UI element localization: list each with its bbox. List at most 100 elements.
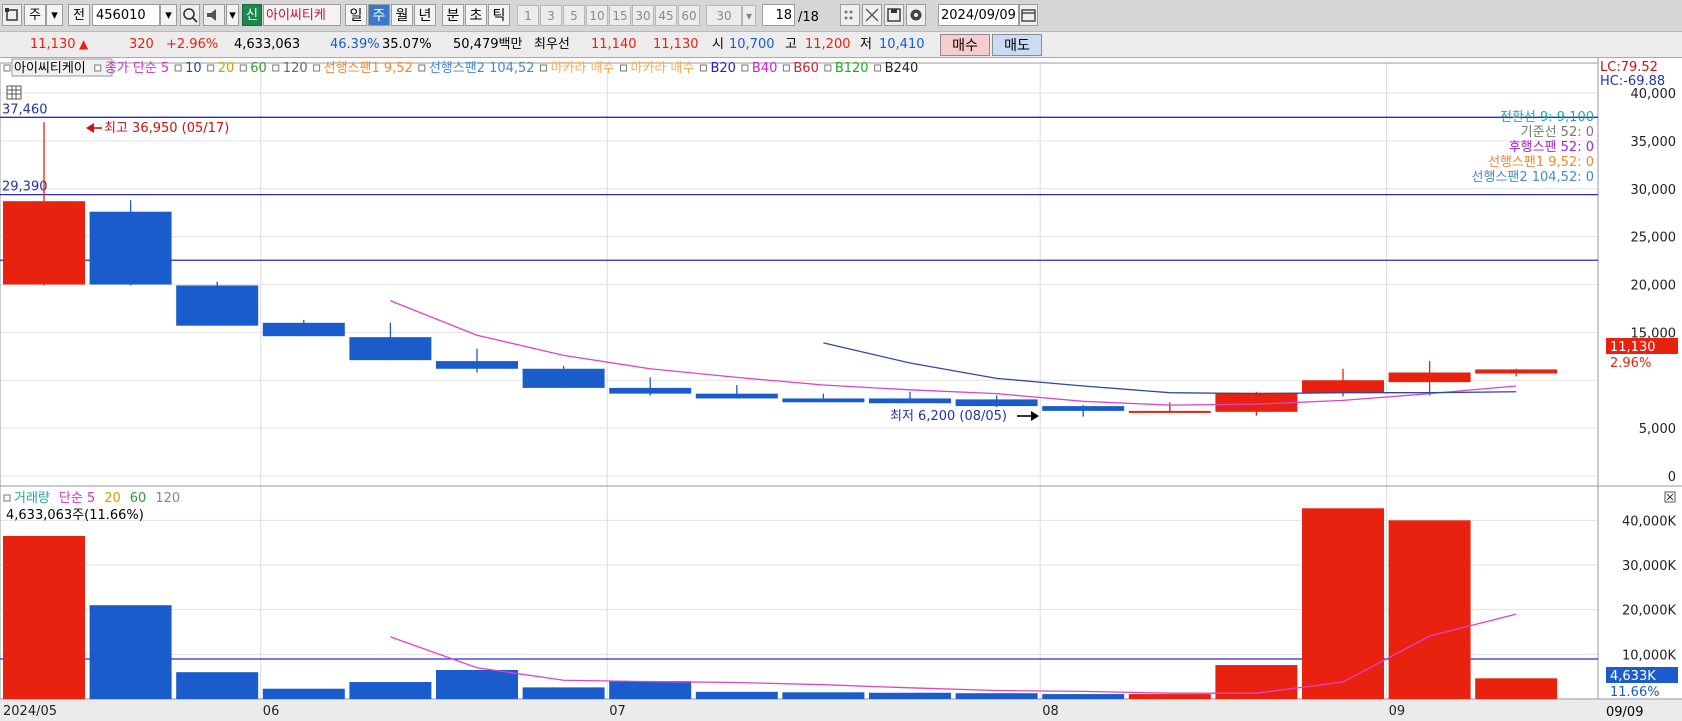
page-counter-input[interactable]: 18	[762, 4, 795, 26]
legend-marker	[207, 64, 215, 72]
volume-bar	[1475, 678, 1558, 699]
search-button[interactable]	[180, 4, 200, 26]
legend-marker	[418, 64, 426, 72]
stock-name-field[interactable]: 아이씨티케	[263, 4, 341, 26]
volume-ratio: 46.39%	[330, 37, 380, 52]
market-label: 주	[29, 8, 41, 23]
legend-entry: B20	[710, 61, 735, 76]
candle-body	[262, 322, 345, 337]
legend-marker	[3, 494, 11, 502]
custom-interval-value: 30	[716, 9, 732, 23]
prefix-button[interactable]: 전	[68, 4, 90, 26]
minute-option[interactable]: 45	[655, 5, 677, 26]
volume-tick-label: 20,000K	[1622, 604, 1676, 619]
stock-chart[interactable]: 37,46029,39022,5298,963K 05,00015,00020,…	[0, 58, 1682, 721]
sound-button[interactable]	[203, 4, 225, 26]
buy-button[interactable]: 매수	[940, 34, 990, 56]
chart-tools-button[interactable]	[840, 4, 860, 26]
legend-entry: B40	[752, 61, 777, 76]
period-label: 분	[446, 8, 460, 24]
period-tick[interactable]: 틱	[488, 4, 510, 26]
legend-entry: 선행스팬1 9,52	[324, 60, 413, 76]
min-price-label: 최저 6,200 (08/05)	[890, 409, 1007, 424]
sell-button[interactable]: 매도	[992, 34, 1042, 56]
ichimoku-label: 후행스팬 52: 0	[1509, 139, 1594, 155]
period-minute[interactable]: 분	[442, 4, 464, 26]
x-axis-bar	[0, 699, 1682, 721]
volume-bar	[176, 672, 259, 699]
minute-option[interactable]: 5	[563, 5, 585, 26]
calendar-button[interactable]	[1019, 4, 1038, 26]
ichimoku-label: 선행스팬1 9,52: 0	[1488, 154, 1594, 170]
candle-body	[1475, 369, 1558, 374]
volume-bar	[869, 692, 951, 699]
legend-marker	[741, 64, 749, 72]
candle-body	[1128, 410, 1211, 413]
period-second[interactable]: 초	[465, 4, 487, 26]
trade-volume: 4,633,063	[234, 37, 301, 52]
legend-entry: 선행스팬2 104,52	[429, 60, 535, 76]
sound-dropdown-button[interactable]: ▾	[226, 4, 239, 26]
volume-tick-label: 10,000K	[1622, 648, 1676, 663]
best-bid: 11,130	[653, 37, 699, 52]
market-dropdown-button[interactable]: ▾	[46, 4, 63, 26]
best-ask: 11,140	[591, 37, 637, 52]
date-value: 2024/09/09	[941, 8, 1016, 23]
crosshair-button[interactable]	[862, 4, 882, 26]
volume-bar	[1302, 508, 1384, 699]
volume-bar	[436, 669, 518, 699]
legend-entry: B240	[885, 61, 919, 76]
candle-body	[89, 211, 172, 285]
period-month[interactable]: 월	[391, 4, 413, 26]
period-day[interactable]: 일	[345, 4, 367, 26]
volume-current-badge-text: 4,633K	[1610, 669, 1656, 684]
close-icon[interactable]	[1664, 491, 1676, 503]
legend-entry: 20	[218, 61, 235, 76]
period-label: 년	[418, 8, 432, 24]
current-price-badge-text: 11,130	[1610, 340, 1656, 355]
max-price-label: 최고 36,950 (05/17)	[104, 121, 229, 136]
price-change-pct: +2.96%	[166, 37, 219, 52]
date-input[interactable]: 2024/09/09	[938, 4, 1019, 26]
minute-option[interactable]: 1	[517, 5, 539, 26]
custom-interval-dropdown[interactable]: ▾	[742, 5, 756, 26]
table-icon[interactable]	[6, 85, 22, 100]
minute-option[interactable]: 15	[609, 5, 631, 26]
legend-marker	[620, 64, 627, 72]
stock-code-input[interactable]: 456010	[92, 4, 160, 26]
candle-body	[436, 361, 518, 369]
minute-option[interactable]: 30	[632, 5, 654, 26]
sell-label: 매도	[1004, 38, 1030, 54]
settings-button[interactable]	[906, 4, 926, 26]
volume-tick-label: 30,000K	[1622, 559, 1676, 574]
new-badge-label: 신	[246, 8, 258, 23]
legend-marker	[782, 64, 790, 72]
period-label: 틱	[492, 8, 506, 24]
code-dropdown-button[interactable]: ▾	[160, 4, 177, 26]
period-year[interactable]: 년	[414, 4, 436, 26]
minute-option[interactable]: 10	[586, 5, 608, 26]
legend-entry: B60	[793, 61, 818, 76]
save-button[interactable]	[884, 4, 904, 26]
minute-option[interactable]: 60	[678, 5, 700, 26]
minute-option-label: 15	[612, 9, 628, 23]
custom-interval-input[interactable]: 30	[706, 5, 742, 26]
ichimoku-label: 선행스팬2 104,52: 0	[1471, 169, 1594, 185]
legend-entry: 마카라 매수	[631, 61, 695, 76]
price-tick-label: 40,000	[1631, 87, 1677, 102]
price-level-label: 37,460	[2, 102, 48, 117]
prefix-label: 전	[73, 8, 85, 23]
link-icon[interactable]	[2, 4, 22, 26]
price-tick-label: 30,000	[1631, 183, 1677, 198]
volume-legend-entry: 60	[130, 491, 147, 506]
time-tick-label: 08	[1042, 704, 1059, 719]
period-label: 초	[469, 8, 483, 24]
market-select[interactable]: 주	[24, 4, 46, 26]
high-price: 11,200	[805, 37, 851, 52]
minute-option[interactable]: 3	[540, 5, 562, 26]
legend-marker	[94, 64, 102, 72]
period-week[interactable]: 주	[368, 4, 390, 26]
minute-option-label: 30	[635, 9, 651, 23]
time-tick-label: 2024/05	[3, 704, 57, 719]
price-tick-label: 5,000	[1639, 422, 1676, 437]
